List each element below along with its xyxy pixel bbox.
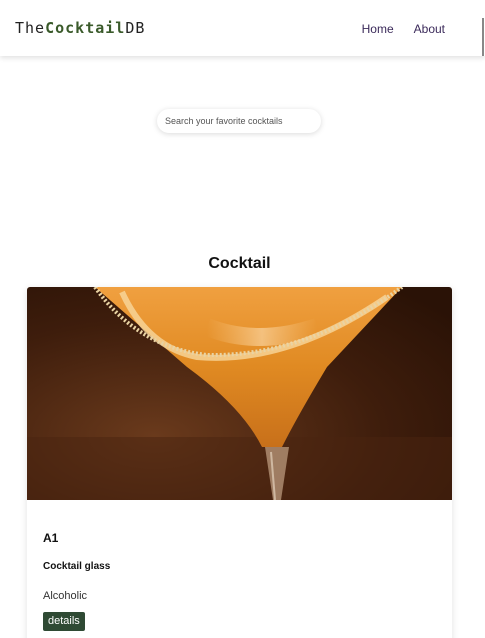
cocktail-card: A1 Cocktail glass Alcoholic details — [27, 287, 452, 638]
cocktail-image — [27, 287, 452, 500]
nav-link-about[interactable]: About — [414, 22, 445, 36]
details-button[interactable]: details — [43, 612, 85, 631]
nav-links: Home About — [362, 22, 445, 36]
search-box — [157, 109, 321, 133]
drink-type: Alcoholic — [43, 590, 88, 602]
navbar: TheCocktailDB Home About — [0, 0, 485, 56]
scrollbar-thumb[interactable] — [482, 18, 484, 56]
drink-glass: Cocktail glass — [43, 561, 111, 572]
search-input[interactable] — [157, 109, 321, 133]
scrollbar-track[interactable] — [481, 0, 485, 56]
logo-brand: Cocktail — [45, 19, 126, 37]
drink-name: A1 — [43, 531, 59, 545]
nav-link-home[interactable]: Home — [362, 22, 394, 36]
section-title: Cocktail — [208, 255, 271, 272]
logo-prefix: The — [15, 19, 46, 37]
logo[interactable]: TheCocktailDB — [15, 19, 145, 37]
logo-suffix: DB — [125, 19, 146, 37]
